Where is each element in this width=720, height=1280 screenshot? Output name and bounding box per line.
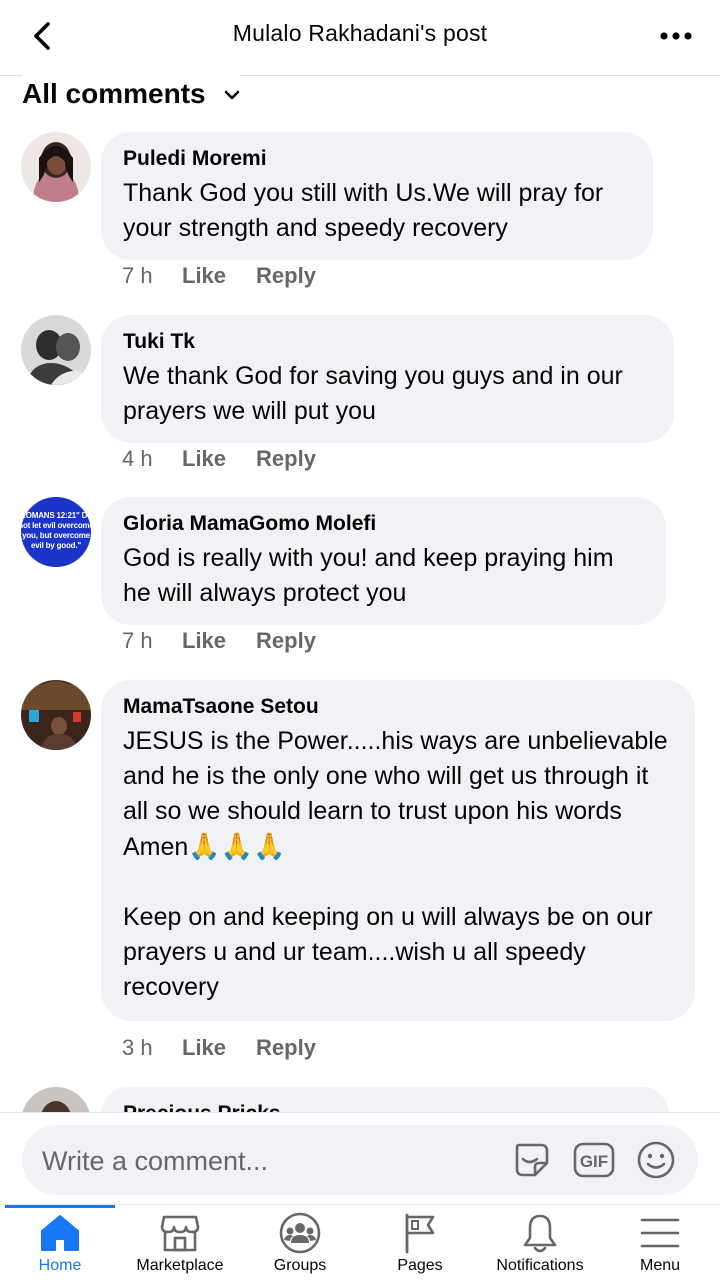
comment-bubble: Puledi Moremi Thank God you still with U… — [101, 132, 653, 260]
top-bar: Mulalo Rakhadani's post — [0, 0, 720, 76]
nav-home[interactable]: Home — [0, 1205, 120, 1280]
more-dots-icon — [660, 32, 692, 40]
comment-bubble: Precious Pricks — [101, 1087, 669, 1112]
comment-time: 7 h — [122, 263, 153, 288]
filter-label: All comments — [22, 78, 206, 109]
nav-label: Menu — [639, 1257, 681, 1274]
chevron-down-icon — [224, 90, 239, 100]
nav-pages[interactable]: Pages — [360, 1205, 480, 1280]
nav-groups[interactable]: Groups — [240, 1205, 360, 1280]
comment-input[interactable] — [42, 1143, 482, 1179]
gif-icon: GIF — [573, 1142, 615, 1178]
like-button[interactable]: Like — [182, 446, 226, 472]
comment-author[interactable]: Puledi Moremi — [123, 146, 631, 172]
comment-text-continued: Keep on and keeping on u will always be … — [123, 903, 660, 1001]
comment-text: Thank God you still with Us.We will pray… — [123, 179, 611, 242]
emoji-button[interactable] — [634, 1138, 678, 1182]
active-tab-indicator — [5, 1205, 115, 1208]
home-icon — [41, 1215, 79, 1251]
avatar-verse-text: ROMANS 12:21" Do not let evil overcome y… — [21, 511, 91, 550]
comment-author[interactable]: MamaTsaone Setou — [123, 694, 673, 720]
page-title: Mulalo Rakhadani's post — [232, 20, 488, 46]
reply-button[interactable]: Reply — [256, 446, 316, 472]
comment-author[interactable]: Gloria MamaGomo Molefi — [123, 511, 644, 537]
svg-text:GIF: GIF — [580, 1152, 608, 1171]
gif-button[interactable]: GIF — [572, 1138, 616, 1182]
like-button[interactable]: Like — [182, 628, 226, 654]
like-button[interactable]: Like — [182, 1035, 226, 1061]
comment-actions: 7 h Like Reply — [122, 626, 346, 656]
comment-time: 7 h — [122, 628, 153, 653]
nav-marketplace[interactable]: Marketplace — [120, 1205, 240, 1280]
nav-notifications[interactable]: Notifications — [480, 1205, 600, 1280]
comment-text: We thank God for saving you guys and in … — [123, 362, 630, 425]
hamburger-menu-icon — [640, 1218, 680, 1248]
marketplace-icon — [160, 1215, 200, 1252]
comment-bubble: MamaTsaone Setou JESUS is the Power.....… — [101, 680, 695, 1021]
avatar[interactable] — [21, 315, 91, 385]
comments-filter-dropdown[interactable]: All comments — [22, 74, 240, 114]
sticker-button[interactable] — [510, 1138, 554, 1182]
comments-list[interactable]: Puledi Moremi Thank God you still with U… — [0, 0, 720, 1112]
nav-label: Pages — [397, 1257, 443, 1274]
reply-button[interactable]: Reply — [256, 263, 316, 289]
comment-time: 4 h — [122, 446, 153, 471]
comment-actions: 4 h Like Reply — [122, 444, 346, 474]
nav-label: Home — [38, 1257, 82, 1274]
comment-time: 3 h — [122, 1035, 153, 1060]
like-button[interactable]: Like — [182, 263, 226, 289]
avatar[interactable] — [21, 1087, 91, 1112]
comment-author[interactable]: Tuki Tk — [123, 329, 652, 355]
reply-button[interactable]: Reply — [256, 628, 316, 654]
comment-text: God is really with you! and keep praying… — [123, 544, 621, 607]
nav-menu[interactable]: Menu — [600, 1205, 720, 1280]
smiley-icon — [637, 1141, 675, 1179]
bell-icon — [523, 1214, 557, 1253]
groups-icon — [279, 1212, 321, 1254]
reply-button[interactable]: Reply — [256, 1035, 316, 1061]
avatar[interactable] — [21, 680, 91, 750]
avatar[interactable] — [21, 132, 91, 202]
folded-hands-emoji: 🙏🙏🙏 — [188, 831, 286, 861]
comment-actions: 3 h Like Reply — [122, 1033, 346, 1063]
avatar[interactable]: ROMANS 12:21" Do not let evil overcome y… — [21, 497, 91, 567]
nav-label: Marketplace — [136, 1257, 224, 1274]
more-options-button[interactable] — [654, 18, 698, 54]
nav-label: Groups — [273, 1257, 327, 1274]
nav-label: Notifications — [496, 1257, 584, 1274]
comment-actions: 7 h Like Reply — [122, 261, 346, 291]
sticker-icon — [515, 1143, 549, 1177]
comment-bubble: Tuki Tk We thank God for saving you guys… — [101, 315, 674, 443]
comment-composer: GIF — [0, 1112, 720, 1204]
composer-box: GIF — [22, 1125, 698, 1195]
comment-author[interactable]: Precious Pricks — [123, 1101, 647, 1112]
pages-flag-icon — [405, 1213, 435, 1254]
bottom-navigation: Home Marketplace Groups Pages Notificati… — [0, 1204, 720, 1280]
comment-text: JESUS is the Power.....his ways are unbe… — [123, 724, 673, 865]
comment-bubble: Gloria MamaGomo Molefi God is really wit… — [101, 497, 666, 625]
